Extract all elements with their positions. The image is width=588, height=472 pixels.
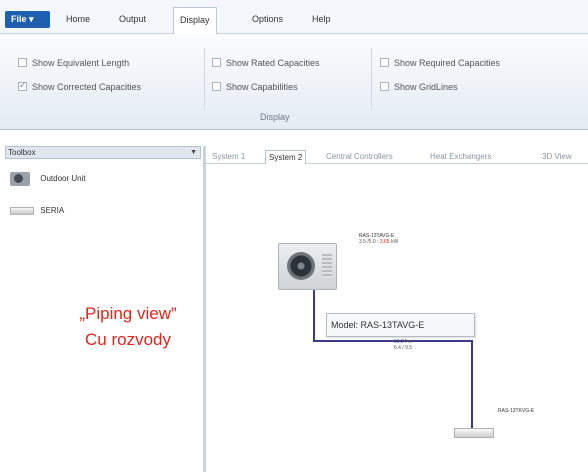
checkbox-label: Show Required Capacities	[394, 58, 501, 68]
tab-output[interactable]: Output	[117, 11, 148, 35]
tab-heat-exchangers[interactable]: Heat Exchangers	[430, 150, 491, 164]
pipe-vertical-upper[interactable]	[313, 290, 315, 341]
outdoor-unit-icon	[10, 172, 30, 186]
checkbox-show-equivalent-length[interactable]: Show Equivalent Length	[18, 57, 129, 71]
pipe-info: 16.24 m 6.4 / 9.5	[394, 339, 412, 351]
checkbox-box-checked[interactable]	[18, 79, 27, 92]
checkbox-box[interactable]	[212, 58, 221, 67]
checkbox-label: Show Capabilities	[226, 82, 298, 92]
indoor-unit-model: RAS-13TKVG-E	[498, 408, 535, 414]
menu-bar: File ▾ Home Output Display Options Help	[0, 0, 588, 35]
document-tabs: System 1 System 2 Central Controllers He…	[206, 150, 588, 164]
checkbox-show-gridlines[interactable]: Show GridLines	[380, 81, 458, 95]
capacity-unit: kW	[390, 239, 399, 245]
pin-dropdown-icon[interactable]: ▼	[190, 147, 197, 158]
app-window: File ▾ Home Output Display Options Help …	[0, 0, 588, 472]
checkbox-box[interactable]	[212, 82, 221, 91]
toolbox-item-label: SERIA	[40, 206, 65, 215]
ribbon-display-panel: Show Equivalent Length Show Corrected Ca…	[0, 34, 588, 130]
indoor-unit-graphic[interactable]	[454, 428, 494, 438]
checkbox-box[interactable]	[380, 82, 389, 91]
checkbox-label: Show GridLines	[394, 82, 458, 92]
indoor-unit-icon	[10, 206, 34, 215]
ribbon-separator	[371, 48, 372, 110]
toolbox-item-seria[interactable]: SERIA	[10, 206, 64, 215]
annotation-text: „Piping view” Cu rozvody	[48, 301, 208, 353]
file-menu-button[interactable]: File ▾	[5, 11, 50, 28]
toolbox-header: Toolbox ▼	[5, 146, 201, 159]
grille-icon	[322, 254, 332, 278]
checkbox-show-capabilities[interactable]: Show Capabilities	[212, 81, 298, 95]
capacity-values: 3.5 /5.0 :	[359, 239, 379, 245]
toolbox-item-outdoor-unit[interactable]: Outdoor Unit	[10, 172, 86, 186]
tab-central-controllers[interactable]: Central Controllers	[326, 150, 393, 164]
capacity-highlight: 3.65	[379, 239, 390, 245]
pipe-size: 6.4 / 9.5	[394, 345, 413, 351]
tab-3d-view[interactable]: 3D View	[542, 150, 572, 164]
checkbox-box[interactable]	[380, 58, 389, 67]
chevron-down-icon: ▾	[29, 14, 34, 24]
checkbox-box[interactable]	[18, 58, 27, 67]
tab-system-2[interactable]: System 2	[265, 150, 307, 164]
tab-options[interactable]: Options	[250, 11, 285, 35]
pipe-horizontal[interactable]	[313, 340, 472, 342]
file-menu-label: File	[11, 14, 27, 24]
fan-icon	[287, 252, 315, 280]
checkbox-show-corrected-capacities[interactable]: Show Corrected Capacities	[18, 79, 142, 95]
outdoor-unit-capacity: 3.5 /5.0 : 3.65 kW	[359, 239, 398, 245]
tab-home[interactable]: Home	[64, 11, 92, 35]
tab-display[interactable]: Display	[173, 7, 217, 35]
checkbox-label: Show Corrected Capacities	[32, 82, 142, 92]
tab-system-1[interactable]: System 1	[212, 150, 245, 164]
pipe-vertical-lower[interactable]	[471, 340, 473, 428]
annotation-line-2: Cu rozvody	[85, 330, 171, 349]
toolbox-item-label: Outdoor Unit	[40, 174, 86, 184]
outdoor-unit-label: RAS-13TAVG-E 3.5 /5.0 : 3.65 kW	[359, 233, 398, 245]
checkbox-label: Show Equivalent Length	[32, 58, 130, 68]
annotation-line-1: „Piping view”	[79, 304, 177, 323]
checkbox-show-rated-capacities[interactable]: Show Rated Capacities	[212, 57, 320, 71]
checkbox-label: Show Rated Capacities	[226, 58, 320, 68]
tab-help[interactable]: Help	[310, 11, 333, 35]
outdoor-unit-graphic[interactable]	[278, 243, 337, 290]
ribbon-group-label: Display	[260, 112, 290, 122]
checkbox-show-required-capacities[interactable]: Show Required Capacities	[380, 57, 500, 71]
ribbon-separator	[204, 48, 205, 110]
toolbox-title: Toolbox	[8, 148, 36, 157]
model-tooltip: Model: RAS-13TAVG-E	[326, 313, 475, 337]
